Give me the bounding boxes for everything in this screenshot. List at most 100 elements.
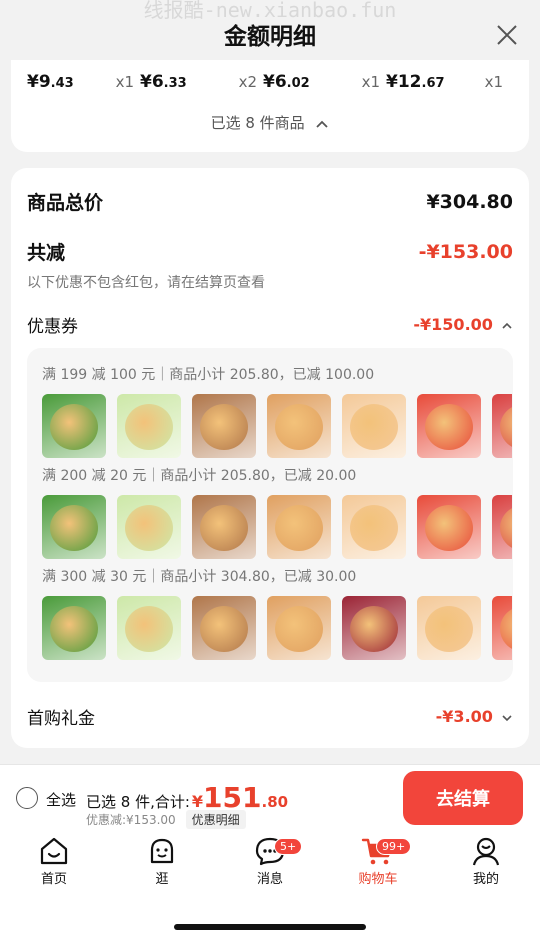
product-thumbnail[interactable]	[42, 495, 106, 559]
product-image	[125, 606, 173, 652]
coupon-group-title: 满 300 减 30 元｜商品小计 304.80，已减 30.00	[42, 569, 357, 585]
item-price: ¥6.33	[140, 72, 187, 92]
sum-currency: ¥	[191, 792, 204, 811]
product-image	[125, 404, 173, 450]
coupon-group: 满 200 减 20 元｜商品小计 205.80，已减 20.00	[42, 465, 512, 559]
tab-messages[interactable]: 消息 5+	[230, 836, 310, 887]
selected-count-label: 已选 8 件商品	[210, 114, 305, 132]
product-thumbnail[interactable]	[117, 394, 181, 458]
product-thumbnail[interactable]	[267, 394, 331, 458]
product-image	[500, 404, 512, 450]
tab-profile[interactable]: 我的	[446, 836, 526, 887]
product-image	[425, 606, 473, 652]
reduce-label: 共减	[27, 242, 66, 264]
tab-label: 购物车	[358, 872, 398, 887]
product-image	[200, 404, 248, 450]
coupon-thumbs	[42, 394, 512, 458]
product-image	[500, 606, 512, 652]
coupon-value: -¥150.00	[413, 315, 493, 334]
product-thumbnail[interactable]	[267, 596, 331, 660]
cart-badge: 99+	[376, 838, 412, 855]
tab-label: 逛	[155, 872, 169, 887]
product-thumbnail[interactable]	[417, 394, 481, 458]
chevron-down-icon	[502, 715, 512, 722]
item-price-cell: ¥12.67 x1	[386, 72, 509, 92]
product-thumbnail[interactable]	[342, 495, 406, 559]
items-card: ¥9.43 x1 ¥6.33 x2 ¥6.02 x1 ¥12.67 x1 已选 …	[11, 60, 529, 152]
total-row: 商品总价 ¥304.80	[27, 188, 513, 215]
sheet-header: 金额明细	[0, 0, 540, 68]
first-purchase-value-wrap: -¥3.00	[436, 707, 513, 726]
product-thumbnail[interactable]	[492, 495, 512, 559]
product-image	[50, 505, 98, 551]
first-purchase-row[interactable]: 首购礼金 -¥3.00	[27, 704, 513, 729]
coupon-group: 满 300 减 30 元｜商品小计 304.80，已减 30.00	[42, 566, 512, 660]
coupon-row[interactable]: 优惠券 -¥150.00	[27, 312, 513, 337]
product-image	[50, 606, 98, 652]
coupon-group: 满 199 减 100 元｜商品小计 205.80，已减 100.00	[42, 364, 512, 458]
home-indicator	[174, 924, 366, 930]
sum-prefix: 已选 8 件,合计:	[86, 793, 190, 811]
first-purchase-value: -¥3.00	[435, 707, 493, 726]
product-thumbnail[interactable]	[267, 495, 331, 559]
product-image	[350, 404, 398, 450]
product-image	[350, 505, 398, 551]
tab-cart[interactable]: 购物车 99+	[338, 836, 418, 887]
checkout-bar: 全选 已选 8 件,合计: ¥ 151 .80 优惠减:¥153.00 优惠明细…	[0, 764, 540, 830]
product-thumbnail[interactable]	[492, 596, 512, 660]
coupon-thumbs	[42, 596, 512, 660]
close-icon[interactable]	[496, 24, 518, 46]
product-image	[125, 505, 173, 551]
product-thumbnail[interactable]	[117, 596, 181, 660]
discount-detail-link[interactable]: 优惠明细	[185, 810, 246, 829]
coupon-group-title: 满 200 减 20 元｜商品小计 205.80，已减 20.00	[42, 468, 357, 484]
message-badge: 5+	[274, 838, 303, 855]
product-thumbnail[interactable]	[42, 394, 106, 458]
discount-note: 以下优惠不包含红包，请在结算页查看	[27, 275, 265, 291]
product-thumbnail[interactable]	[492, 394, 512, 458]
product-thumbnail[interactable]	[42, 596, 106, 660]
summary-card: 商品总价 ¥304.80 共减 -¥153.00 以下优惠不包含红包，请在结算页…	[11, 168, 529, 748]
product-thumbnail[interactable]	[192, 495, 256, 559]
home-icon	[40, 837, 68, 865]
product-thumbnail[interactable]	[192, 394, 256, 458]
product-image	[275, 505, 323, 551]
item-price: ¥6.02	[263, 72, 310, 92]
product-thumbnail[interactable]	[192, 596, 256, 660]
item-qty: x1	[115, 73, 134, 91]
select-all-label[interactable]: 全选	[46, 789, 76, 810]
item-qty: x1	[484, 73, 503, 91]
discount-line: 优惠减:¥153.00 优惠明细	[86, 810, 246, 829]
select-all-radio[interactable]	[16, 787, 38, 809]
product-thumbnail[interactable]	[342, 596, 406, 660]
profile-icon	[472, 837, 500, 866]
product-image	[200, 505, 248, 551]
product-image	[275, 606, 323, 652]
discount-text: 优惠减:¥153.00	[86, 813, 176, 827]
product-image	[275, 404, 323, 450]
selected-count-toggle[interactable]: 已选 8 件商品	[11, 112, 529, 133]
product-image	[500, 505, 512, 551]
coupon-breakdown: 满 199 减 100 元｜商品小计 205.80，已减 100.00 满 20…	[27, 348, 513, 682]
reduce-row: 共减 -¥153.00	[27, 238, 513, 265]
product-thumbnail[interactable]	[342, 394, 406, 458]
reduce-value: -¥153.00	[418, 240, 513, 263]
item-price: ¥9.43	[27, 72, 74, 92]
product-image	[425, 505, 473, 551]
item-price: ¥12.67	[386, 72, 445, 92]
total-label: 商品总价	[27, 192, 104, 214]
item-qty: x1	[361, 73, 380, 91]
product-thumbnail[interactable]	[417, 495, 481, 559]
product-thumbnail[interactable]	[417, 596, 481, 660]
coupon-group-title: 满 199 减 100 元｜商品小计 205.80，已减 100.00	[42, 367, 375, 383]
tab-explore[interactable]: 逛	[122, 836, 202, 887]
product-image	[200, 606, 248, 652]
product-thumbnail[interactable]	[117, 495, 181, 559]
coupon-value-wrap: -¥150.00	[413, 315, 513, 334]
checkout-button[interactable]: 去结算	[403, 771, 523, 825]
tab-home[interactable]: 首页	[14, 836, 94, 887]
first-purchase-label: 首购礼金	[27, 709, 95, 729]
item-price-row: ¥9.43 x1 ¥6.33 x2 ¥6.02 x1 ¥12.67 x1	[27, 72, 513, 92]
coupon-thumbs	[42, 495, 512, 559]
amount-detail-sheet: 线报酷-new.xianbao.fun 金额明细 ¥9.43 x1 ¥6.33 …	[0, 0, 540, 764]
